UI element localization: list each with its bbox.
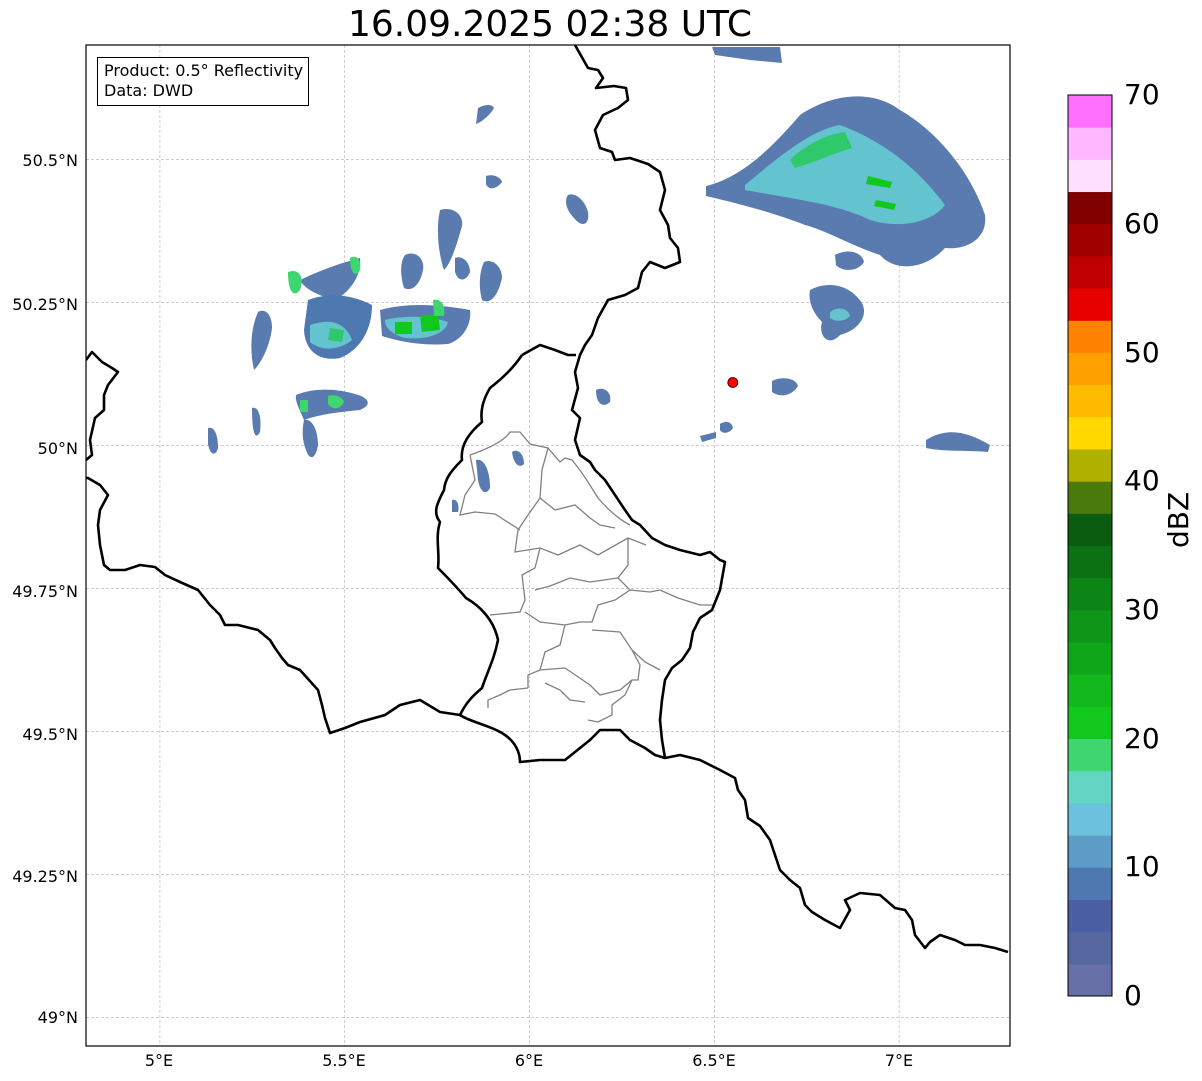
- product-info-box: Product: 0.5° Reflectivity Data: DWD: [97, 57, 310, 106]
- colorbar-segment: [1068, 191, 1112, 225]
- colorbar-label: dBZ: [1162, 491, 1195, 548]
- echo-cell: [300, 400, 308, 412]
- colorbar-segment: [1068, 835, 1112, 868]
- colorbar-segment: [1068, 481, 1112, 514]
- colorbar-segment: [1068, 770, 1112, 804]
- lat-label: 49°N: [37, 1008, 78, 1027]
- echo-cell: [328, 328, 344, 342]
- colorbar-segment: [1068, 223, 1112, 257]
- lat-label: 49.25°N: [12, 867, 78, 886]
- radar-map[interactable]: [0, 0, 1202, 1081]
- lat-label: 50.25°N: [12, 295, 78, 314]
- product-text: Product: 0.5° Reflectivity: [104, 61, 304, 80]
- colorbar-segment: [1068, 577, 1112, 611]
- lon-label: 5°E: [144, 1051, 174, 1070]
- colorbar-segment: [1068, 127, 1112, 160]
- colorbar-tick: 20: [1124, 722, 1160, 755]
- lat-label: 50°N: [37, 439, 78, 458]
- colorbar-tick: 50: [1124, 336, 1160, 369]
- echo-cell: [420, 314, 440, 332]
- lon-label: 5.5°E: [322, 1051, 366, 1070]
- colorbar-tick: 60: [1124, 207, 1160, 240]
- colorbar-segment: [1068, 352, 1112, 386]
- colorbar-segment: [1068, 867, 1112, 900]
- colorbar-segment: [1068, 609, 1112, 643]
- colorbar-segment: [1068, 899, 1112, 933]
- lat-label: 49.75°N: [12, 582, 78, 601]
- colorbar-segment: [1068, 255, 1112, 289]
- colorbar-segment: [1068, 931, 1112, 965]
- colorbar-segment: [1068, 642, 1112, 675]
- colorbar-segment: [1068, 802, 1112, 836]
- colorbar: [1068, 95, 1112, 997]
- colorbar-tick: 40: [1124, 464, 1160, 497]
- colorbar-segment: [1068, 963, 1112, 997]
- lon-label: 6.5°E: [692, 1051, 736, 1070]
- lon-label: 6°E: [514, 1051, 544, 1070]
- colorbar-tick: 30: [1124, 593, 1160, 626]
- lat-label: 49.5°N: [22, 725, 78, 744]
- colorbar-segment: [1068, 738, 1112, 772]
- colorbar-segment: [1068, 674, 1112, 707]
- colorbar-segment: [1068, 159, 1112, 193]
- colorbar-tick: 10: [1124, 850, 1160, 883]
- colorbar-tick: 0: [1124, 979, 1142, 1012]
- colorbar-segment: [1068, 513, 1112, 546]
- radar-site-marker[interactable]: [727, 377, 739, 388]
- colorbar-segment: [1068, 95, 1112, 128]
- colorbar-segment: [1068, 384, 1112, 418]
- data-source-text: Data: DWD: [104, 81, 194, 100]
- lat-label: 50.5°N: [22, 151, 78, 170]
- colorbar-segment: [1068, 545, 1112, 579]
- echo-cell: [395, 322, 412, 334]
- colorbar-segment: [1068, 416, 1112, 450]
- colorbar-segment: [1068, 320, 1112, 353]
- colorbar-tick: 70: [1124, 78, 1160, 111]
- lon-label: 7°E: [884, 1051, 914, 1070]
- colorbar-segment: [1068, 706, 1112, 740]
- colorbar-segment: [1068, 448, 1112, 482]
- colorbar-segment: [1068, 288, 1112, 321]
